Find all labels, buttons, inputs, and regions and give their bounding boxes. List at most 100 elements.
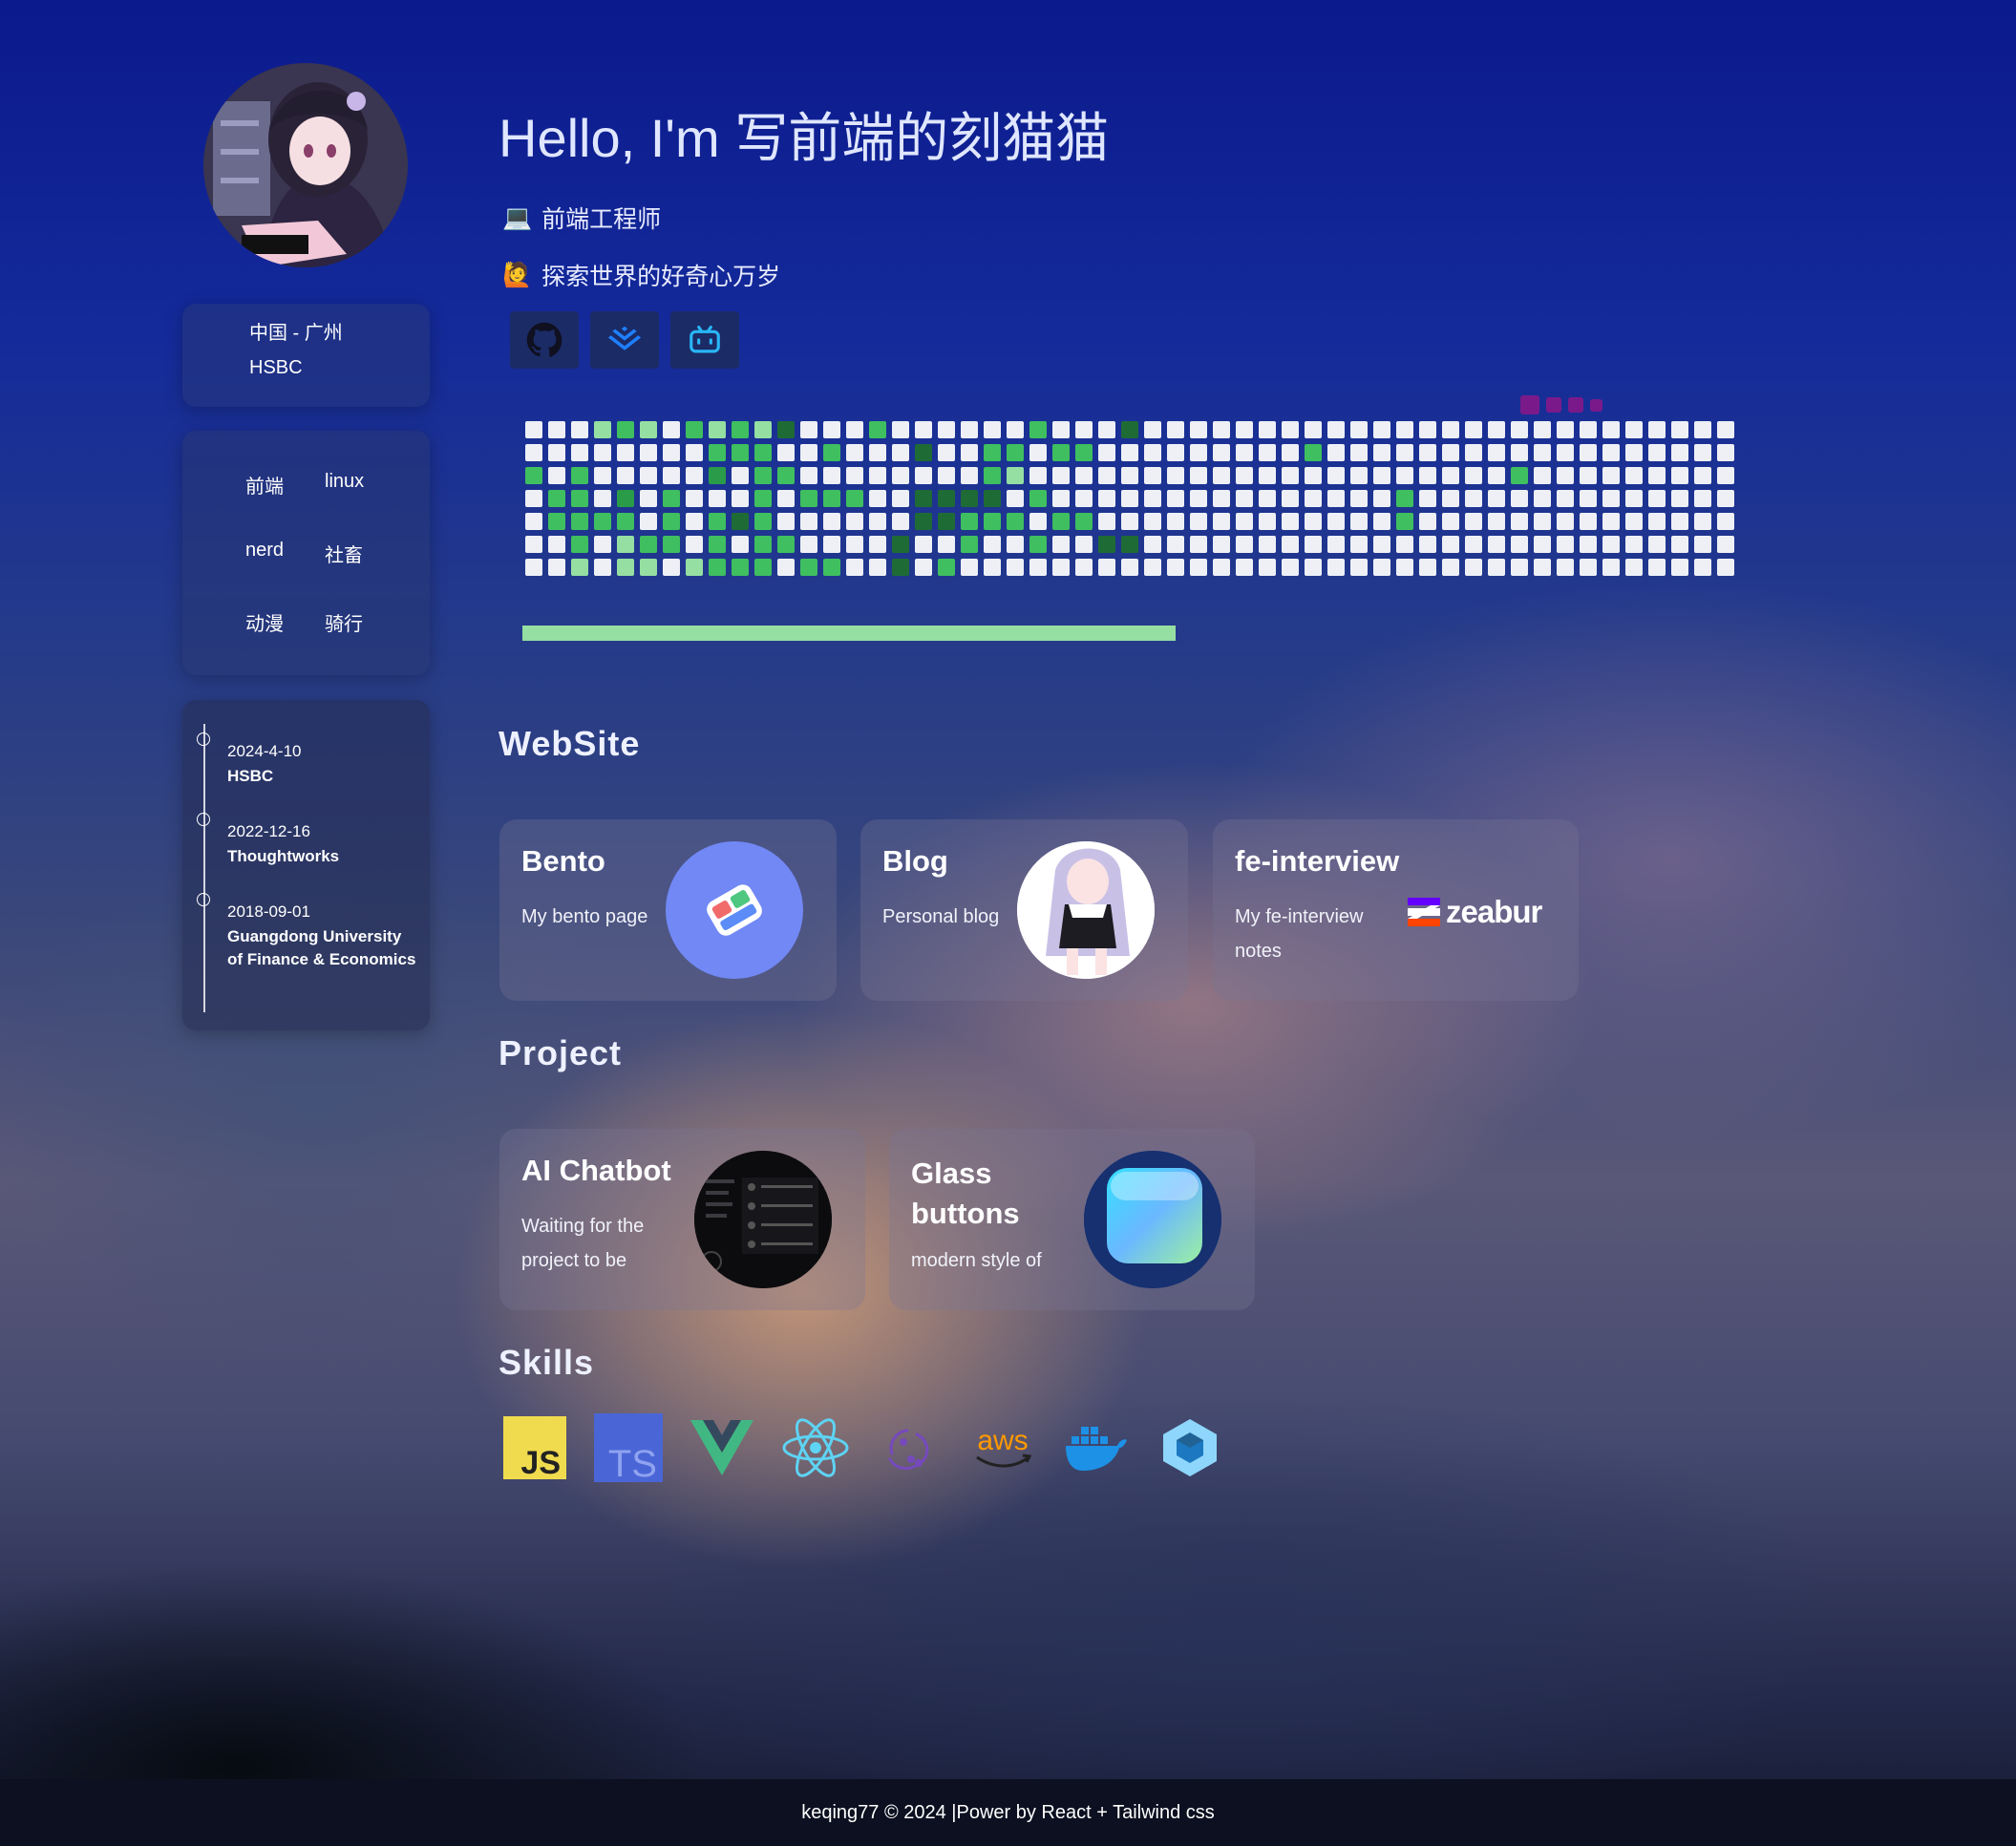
tag-item: linux bbox=[325, 471, 365, 492]
contribution-cell bbox=[1236, 421, 1253, 438]
contribution-cell bbox=[1625, 467, 1643, 484]
contribution-cell bbox=[869, 536, 886, 553]
typescript-icon: TS bbox=[594, 1413, 663, 1482]
contribution-cell bbox=[823, 444, 840, 461]
project-card-glass-buttons[interactable]: Glass buttons modern style of bbox=[889, 1129, 1255, 1310]
contribution-cell bbox=[846, 536, 863, 553]
contribution-cell bbox=[1075, 513, 1093, 530]
contribution-cell bbox=[1671, 421, 1688, 438]
contribution-cell bbox=[800, 513, 817, 530]
contribution-cell bbox=[1075, 467, 1093, 484]
contribution-cell bbox=[1465, 421, 1482, 438]
contribution-cell bbox=[1144, 444, 1161, 461]
javascript-icon: JS bbox=[500, 1413, 569, 1482]
contribution-cell bbox=[1213, 444, 1230, 461]
contribution-cell bbox=[1029, 444, 1047, 461]
contribution-cell bbox=[1350, 490, 1368, 507]
website-card-blog[interactable]: Blog Personal blog bbox=[860, 819, 1188, 1001]
contribution-cell bbox=[1488, 421, 1505, 438]
contribution-cell bbox=[754, 421, 772, 438]
contribution-cell bbox=[1396, 467, 1413, 484]
card-title: AI Chatbot bbox=[521, 1154, 671, 1187]
contribution-cell bbox=[1007, 513, 1024, 530]
chatbot-screenshot bbox=[694, 1151, 832, 1288]
contribution-cell bbox=[686, 536, 703, 553]
contribution-cell bbox=[1602, 421, 1620, 438]
contribution-cell bbox=[686, 421, 703, 438]
contribution-cell bbox=[1534, 513, 1551, 530]
contribution-cell bbox=[1259, 421, 1276, 438]
contribution-cell bbox=[1167, 490, 1184, 507]
contribution-cell bbox=[594, 513, 611, 530]
contribution-cell bbox=[915, 559, 932, 576]
contribution-cell bbox=[1075, 536, 1093, 553]
github-icon bbox=[526, 322, 562, 357]
contribution-cell bbox=[1190, 513, 1207, 530]
contribution-cell bbox=[1534, 467, 1551, 484]
contribution-cell bbox=[915, 490, 932, 507]
contribution-cell bbox=[1350, 467, 1368, 484]
contribution-cell bbox=[1442, 421, 1459, 438]
contribution-cell bbox=[1075, 444, 1093, 461]
contribution-cell bbox=[1144, 513, 1161, 530]
github-link[interactable] bbox=[510, 311, 579, 369]
contribution-cell bbox=[1717, 536, 1734, 553]
contribution-cell bbox=[1625, 421, 1643, 438]
contribution-cell bbox=[1671, 467, 1688, 484]
bilibili-link[interactable] bbox=[670, 311, 739, 369]
contribution-cell bbox=[1694, 513, 1711, 530]
contribution-cell bbox=[1121, 490, 1138, 507]
contribution-cell bbox=[1029, 421, 1047, 438]
contribution-cell bbox=[709, 467, 726, 484]
contribution-cell bbox=[640, 559, 657, 576]
contribution-cell bbox=[525, 536, 542, 553]
contribution-cell bbox=[1350, 536, 1368, 553]
contribution-cell bbox=[1029, 536, 1047, 553]
contribution-cell bbox=[1671, 513, 1688, 530]
website-card-fe-interview[interactable]: fe-interview My fe-interview notes zeabu… bbox=[1213, 819, 1579, 1001]
contribution-cell bbox=[1029, 559, 1047, 576]
contribution-cell bbox=[594, 559, 611, 576]
card-description: Personal blog bbox=[882, 906, 1000, 927]
contribution-cell bbox=[1488, 513, 1505, 530]
contribution-cell bbox=[1648, 513, 1666, 530]
juejin-link[interactable] bbox=[590, 311, 659, 369]
contribution-cell bbox=[663, 490, 680, 507]
contribution-cell bbox=[1511, 444, 1528, 461]
contribution-cell bbox=[1305, 467, 1322, 484]
page: 中国 - 广州 HSBC 前端 linux nerd 社畜 动漫 骑行 2024… bbox=[0, 0, 2016, 1846]
contribution-cell bbox=[1602, 444, 1620, 461]
contribution-cell bbox=[1098, 559, 1115, 576]
contribution-cell bbox=[1419, 421, 1436, 438]
contribution-cell bbox=[525, 444, 542, 461]
timeline-dot bbox=[197, 813, 210, 826]
contribution-cell bbox=[1144, 467, 1161, 484]
contribution-cell bbox=[640, 444, 657, 461]
contribution-cell bbox=[869, 444, 886, 461]
contribution-cell bbox=[892, 559, 909, 576]
contribution-cell bbox=[1373, 513, 1390, 530]
contribution-cell bbox=[869, 513, 886, 530]
contribution-cell bbox=[1488, 467, 1505, 484]
contribution-cell bbox=[732, 559, 749, 576]
contribution-cell bbox=[1282, 536, 1299, 553]
contribution-cell bbox=[961, 467, 978, 484]
contribution-cell bbox=[1098, 467, 1115, 484]
anime-blog-avatar bbox=[1017, 841, 1155, 979]
contribution-cell bbox=[1144, 490, 1161, 507]
contribution-cell bbox=[1327, 444, 1345, 461]
contribution-cell bbox=[800, 536, 817, 553]
tags-card: 前端 linux nerd 社畜 动漫 骑行 bbox=[182, 431, 430, 675]
website-card-bento[interactable]: Bento My bento page bbox=[499, 819, 837, 1001]
contribution-cell bbox=[1259, 490, 1276, 507]
bilibili-icon bbox=[690, 325, 720, 353]
project-card-ai-chatbot[interactable]: AI Chatbot Waiting for the project to be bbox=[499, 1129, 865, 1310]
section-title-project: Project bbox=[499, 1033, 623, 1072]
contribution-cell bbox=[732, 513, 749, 530]
contribution-cell bbox=[548, 421, 565, 438]
contribution-cell bbox=[1419, 513, 1436, 530]
contribution-cell bbox=[1052, 513, 1070, 530]
avatar bbox=[203, 63, 408, 267]
contribution-cell bbox=[1327, 513, 1345, 530]
contribution-cell bbox=[1671, 536, 1688, 553]
